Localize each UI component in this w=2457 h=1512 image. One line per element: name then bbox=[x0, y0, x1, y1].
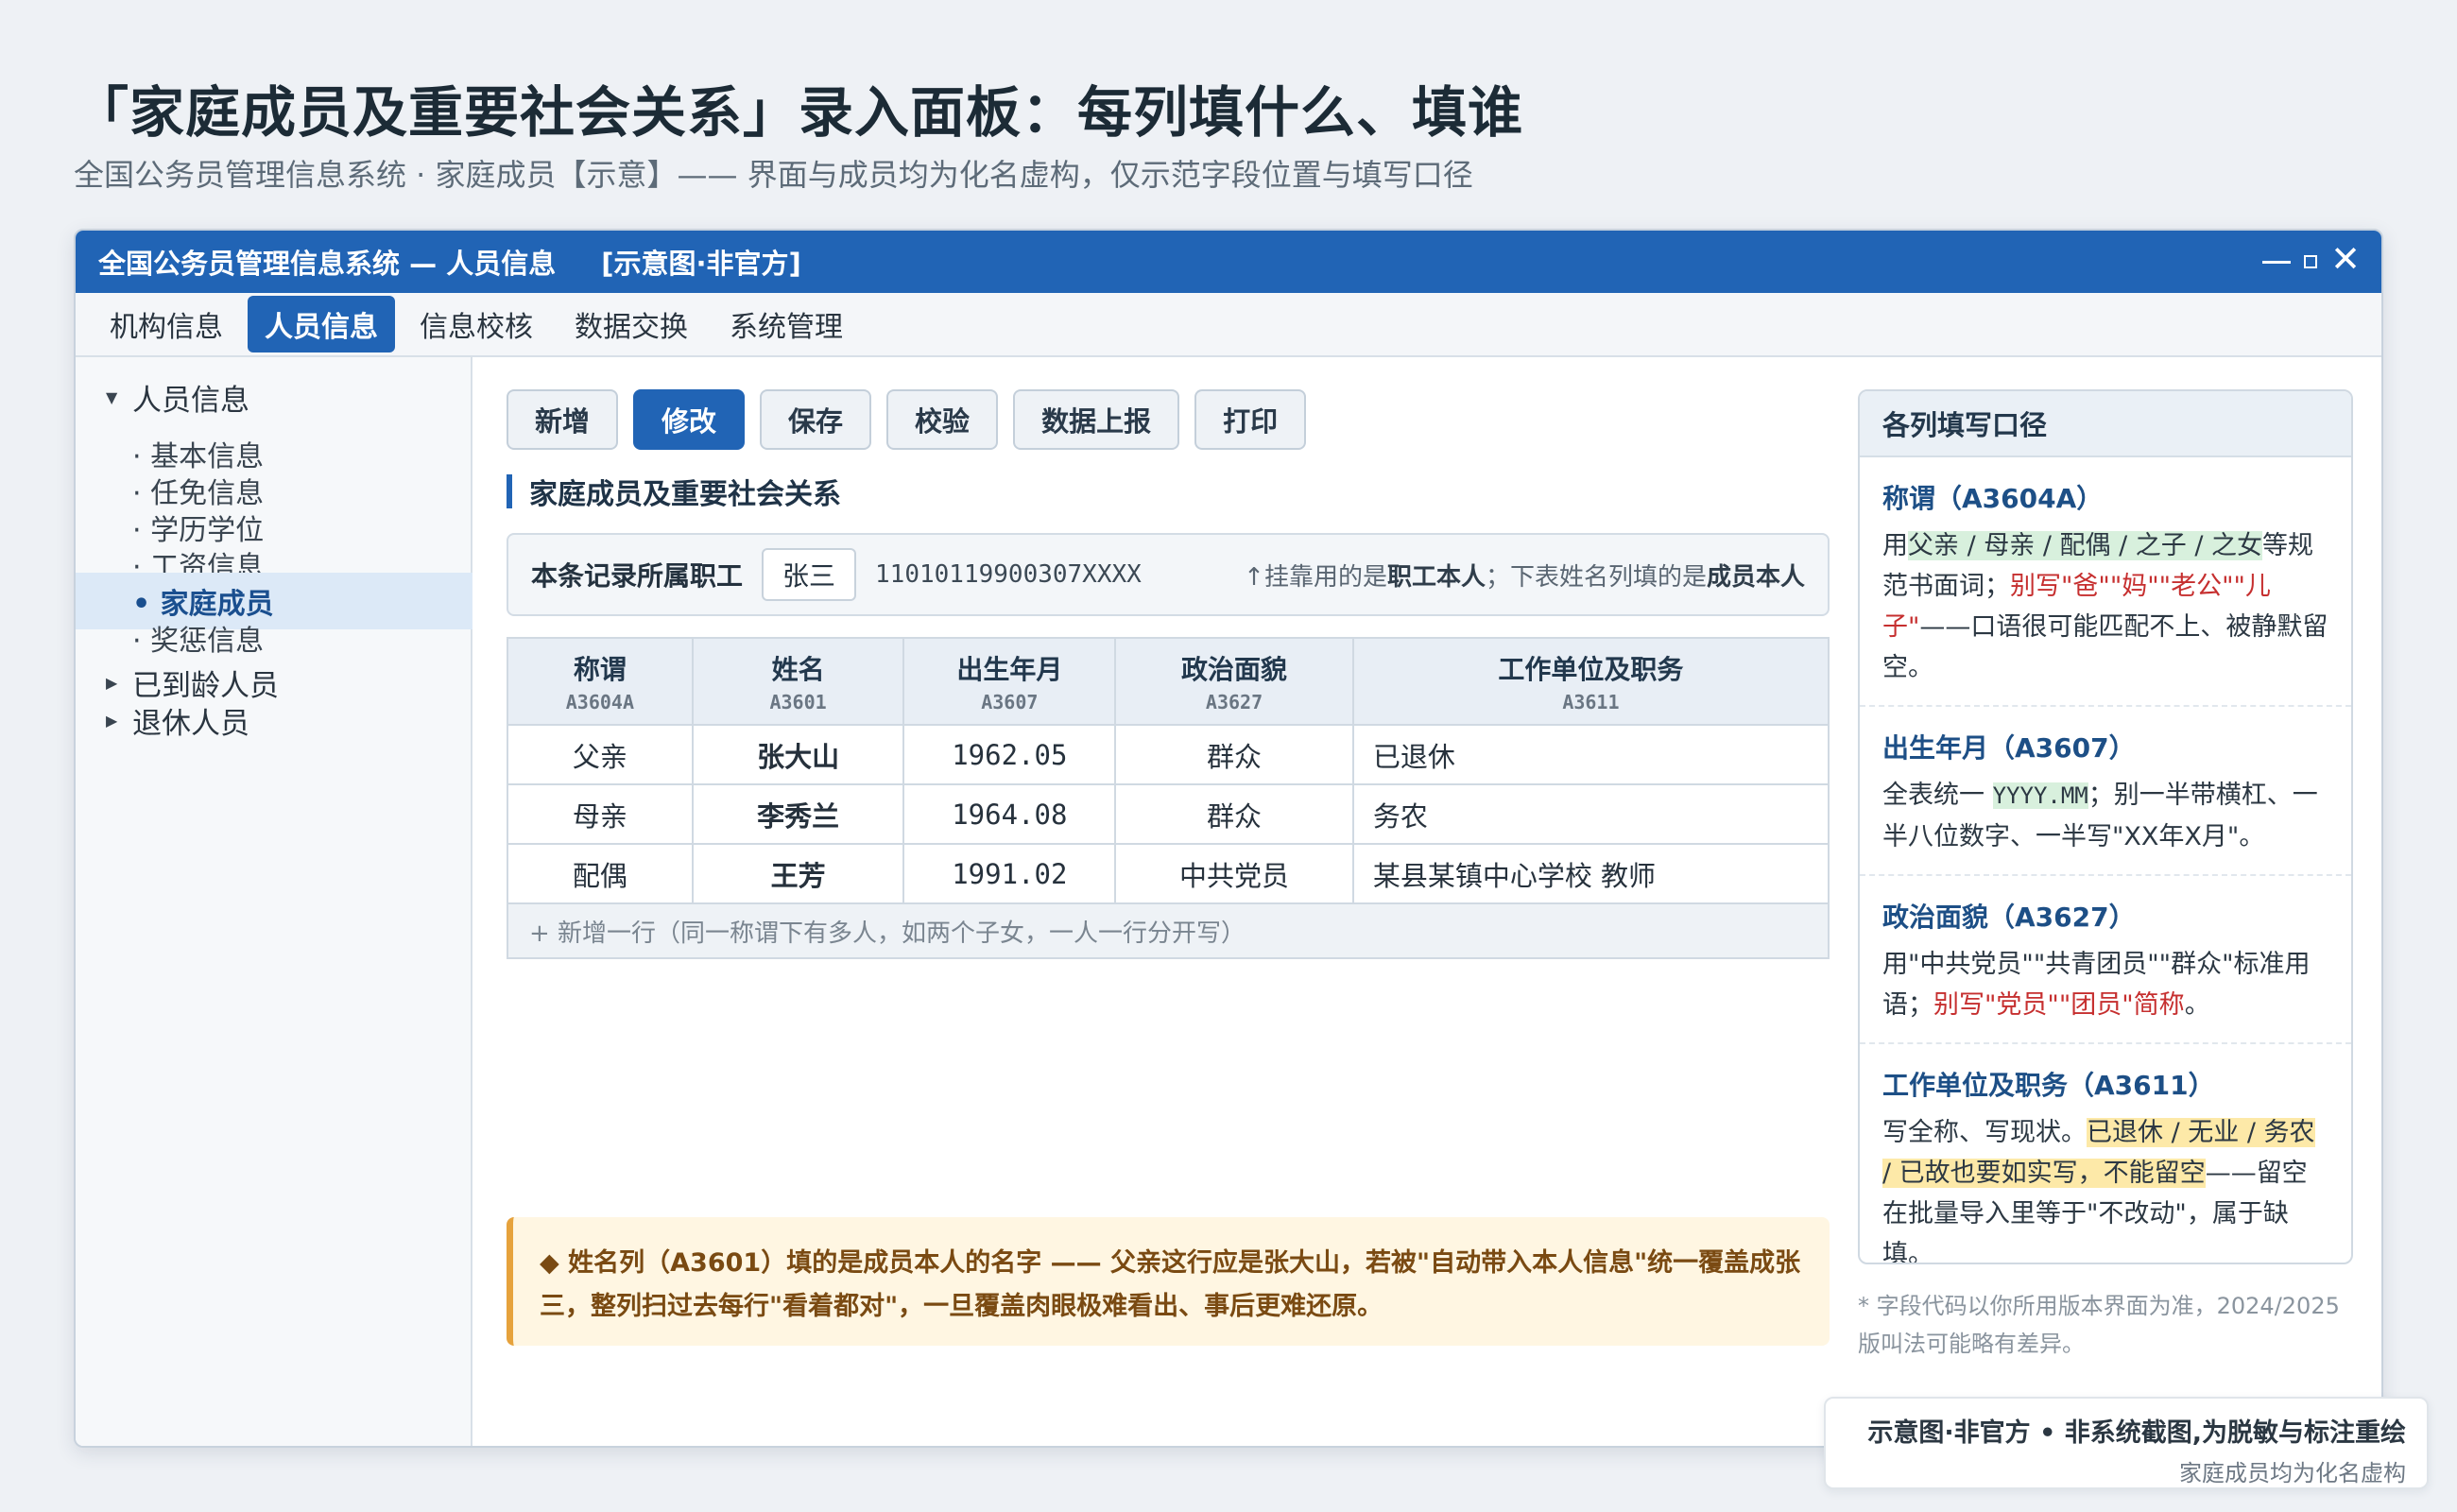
column-header-politics[interactable]: 政治面貌 A3627 bbox=[1114, 637, 1354, 726]
owner-label: 本条记录所属职工 bbox=[531, 560, 744, 592]
guide-item-text: 用"中共党员""共青团员""群众"标准用语；别写"党员""团员"简称。 bbox=[1882, 950, 2311, 1020]
tree-node-label: 人员信息 bbox=[132, 383, 249, 418]
tree-node-label: 退休人员 bbox=[132, 706, 249, 741]
cell-birth[interactable]: 1962.05 bbox=[902, 724, 1117, 785]
cell-work[interactable]: 已退休 bbox=[1351, 724, 1830, 785]
add-row[interactable]: + 新增一行（同一称谓下有多人，如两个子女，一人一行分开写） bbox=[507, 902, 1830, 959]
caret-down-icon: ▼ bbox=[106, 387, 118, 406]
table-row[interactable]: 母亲 李秀兰 1964.08 群众 务农 bbox=[507, 783, 1830, 845]
menu-bar: 机构信息 人员信息 信息校核 数据交换 系统管理 bbox=[76, 293, 2381, 357]
table-row[interactable]: 配偶 王芳 1991.02 中共党员 某县某镇中心学校 教师 bbox=[507, 843, 1830, 904]
window-badge: [示意图·非官方] bbox=[601, 248, 801, 280]
warning-note: ◆ 姓名列（A3601）填的是成员本人的名字 —— 父亲这行应是张大山，若被"自… bbox=[507, 1217, 1830, 1346]
cell-relation[interactable]: 母亲 bbox=[507, 783, 694, 845]
validate-button[interactable]: 校验 bbox=[886, 389, 999, 450]
tree-node-personnel[interactable]: ▼ 人员信息 bbox=[76, 369, 472, 425]
add-row-button[interactable]: + 新增一行（同一称谓下有多人，如两个子女，一人一行分开写） bbox=[507, 902, 1830, 959]
cell-politics[interactable]: 群众 bbox=[1114, 783, 1354, 845]
menu-item-verify[interactable]: 信息校核 bbox=[403, 296, 550, 352]
page-title: 「家庭成员及重要社会关系」录入面板：每列填什么、填谁 bbox=[74, 80, 1524, 145]
close-icon[interactable]: ✕ bbox=[2330, 240, 2361, 278]
menu-item-system[interactable]: 系统管理 bbox=[713, 296, 860, 352]
guide-item-text: 用父亲 / 母亲 / 配偶 / 之子 / 之女等规范书面词；别写"爸""妈""老… bbox=[1882, 531, 2328, 682]
stamp-line-2: 家庭成员均为化名虚构 bbox=[2179, 1460, 2406, 1486]
column-header-name[interactable]: 姓名 A3601 bbox=[691, 637, 905, 726]
cell-politics[interactable]: 群众 bbox=[1114, 724, 1354, 785]
owner-id-number: 11010119900307XXXX bbox=[875, 560, 1142, 589]
caret-right-icon: ▶ bbox=[106, 673, 118, 692]
app-window: 全国公务员管理信息系统 — 人员信息 [示意图·非官方] ✕ 机构信息 人员信息… bbox=[74, 229, 2383, 1448]
menu-item-org[interactable]: 机构信息 bbox=[93, 296, 240, 352]
guide-item-birth: 出生年月（A3607） 全表统一 YYYY.MM；别一半带横杠、一半八位数字、一… bbox=[1860, 707, 2351, 876]
guide-item-text: 全表统一 YYYY.MM；别一半带横杠、一半八位数字、一半写"XX年X月"。 bbox=[1882, 781, 2318, 851]
edit-button[interactable]: 修改 bbox=[633, 389, 746, 450]
toolbar: 新增 修改 保存 校验 数据上报 打印 bbox=[507, 389, 1307, 450]
cell-name[interactable]: 王芳 bbox=[691, 843, 905, 904]
cell-relation[interactable]: 父亲 bbox=[507, 724, 694, 785]
guide-item-relation: 称谓（A3604A） 用父亲 / 母亲 / 配偶 / 之子 / 之女等规范书面词… bbox=[1860, 457, 2351, 707]
cell-birth[interactable]: 1964.08 bbox=[902, 783, 1117, 845]
caret-right-icon: ▶ bbox=[106, 711, 118, 730]
owner-bar: 本条记录所属职工 张三 11010119900307XXXX ↑挂靠用的是职工本… bbox=[507, 533, 1830, 616]
sidebar: ▼ 人员信息 · 基本信息 · 任免信息 · 学历学位 · 工资信息 • 家庭成… bbox=[76, 357, 472, 1446]
menu-item-exchange[interactable]: 数据交换 bbox=[558, 296, 705, 352]
cell-relation[interactable]: 配偶 bbox=[507, 843, 694, 904]
save-button[interactable]: 保存 bbox=[760, 389, 872, 450]
cell-name[interactable]: 李秀兰 bbox=[691, 783, 905, 845]
guide-item-title: 工作单位及职务（A3611） bbox=[1882, 1070, 2215, 1101]
guide-item-title: 政治面貌（A3627） bbox=[1882, 902, 2136, 933]
column-header-birth[interactable]: 出生年月 A3607 bbox=[902, 637, 1117, 726]
menu-item-personnel[interactable]: 人员信息 bbox=[248, 296, 395, 352]
window-controls: ✕ bbox=[2262, 240, 2361, 278]
guide-item-text: 写全称、写现状。已退休 / 无业 / 务农 / 已故也要如实写，不能留空——留空… bbox=[1882, 1118, 2315, 1264]
minimize-icon[interactable] bbox=[2262, 260, 2292, 264]
column-header-work[interactable]: 工作单位及职务 A3611 bbox=[1351, 637, 1830, 726]
cell-politics[interactable]: 中共党员 bbox=[1114, 843, 1354, 904]
guide-item-title: 称谓（A3604A） bbox=[1882, 483, 2104, 514]
column-header-relation[interactable]: 称谓 A3604A bbox=[507, 637, 694, 726]
cell-work[interactable]: 务农 bbox=[1351, 783, 1830, 845]
disclaimer-stamp: 示意图·非官方 • 非系统截图,为脱敏与标注重绘 家庭成员均为化名虚构 bbox=[1824, 1397, 2429, 1489]
print-button[interactable]: 打印 bbox=[1194, 389, 1307, 450]
table-row[interactable]: 父亲 张大山 1962.05 群众 已退休 bbox=[507, 724, 1830, 785]
footnote: * 字段代码以你所用版本界面为准，2024/2025 版叫法可能略有差异。 bbox=[1858, 1293, 2340, 1357]
window-titlebar: 全国公务员管理信息系统 — 人员信息 [示意图·非官方] ✕ bbox=[76, 231, 2381, 293]
cell-birth[interactable]: 1991.02 bbox=[902, 843, 1117, 904]
guide-item-title: 出生年月（A3607） bbox=[1882, 732, 2136, 764]
cell-name[interactable]: 张大山 bbox=[691, 724, 905, 785]
stamp-line-1: 示意图·非官方 • 非系统截图,为脱敏与标注重绘 bbox=[1867, 1418, 2406, 1448]
owner-hint: ↑挂靠用的是职工本人；下表姓名列填的是成员本人 bbox=[1244, 562, 1805, 592]
owner-name-field[interactable]: 张三 bbox=[762, 548, 857, 601]
maximize-icon[interactable] bbox=[2304, 255, 2318, 268]
page-subtitle: 全国公务员管理信息系统 · 家庭成员【示意】—— 界面与成员均为化名虚构，仅示范… bbox=[74, 157, 1473, 193]
guide-item-politics: 政治面貌（A3627） 用"中共党员""共青团员""群众"标准用语；别写"党员"… bbox=[1860, 876, 2351, 1044]
table-header-row: 称谓 A3604A 姓名 A3601 出生年月 A3607 政治面貌 A3627 工作单… bbox=[507, 637, 1830, 726]
guide-title: 各列填写口径 bbox=[1860, 391, 2351, 457]
add-button[interactable]: 新增 bbox=[507, 389, 619, 450]
guide-panel: 各列填写口径 称谓（A3604A） 用父亲 / 母亲 / 配偶 / 之子 / 之… bbox=[1858, 389, 2353, 1264]
cell-work[interactable]: 某县某镇中心学校 教师 bbox=[1351, 843, 1830, 904]
guide-item-work: 工作单位及职务（A3611） 写全称、写现状。已退休 / 无业 / 务农 / 已… bbox=[1860, 1044, 2351, 1264]
upload-button[interactable]: 数据上报 bbox=[1013, 389, 1180, 450]
section-title: 家庭成员及重要社会关系 bbox=[507, 474, 841, 511]
tree-node-retired[interactable]: ▶ 退休人员 bbox=[76, 692, 472, 748]
family-table: 称谓 A3604A 姓名 A3601 出生年月 A3607 政治面貌 A3627 工作单… bbox=[507, 637, 1830, 959]
window-title: 全国公务员管理信息系统 — 人员信息 bbox=[98, 248, 557, 280]
